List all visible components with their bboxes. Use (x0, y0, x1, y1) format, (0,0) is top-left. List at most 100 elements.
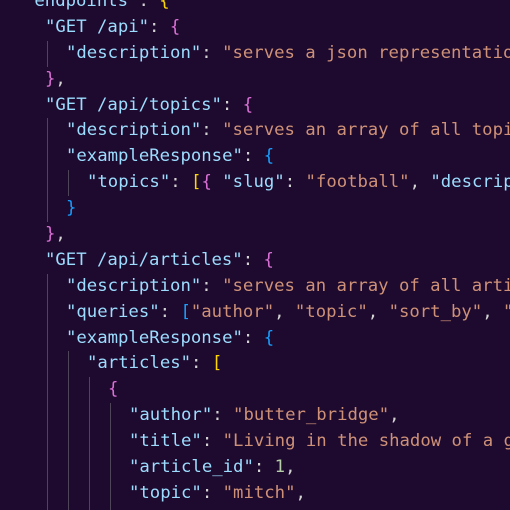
code-token: { (159, 0, 170, 11)
code-token: "author" (129, 405, 213, 426)
indent-guide (47, 480, 48, 507)
code-token: : (284, 172, 306, 193)
indent-guide (47, 118, 48, 145)
indent-guide (47, 170, 48, 197)
code-token: { (242, 94, 254, 115)
code-token: "queries" (66, 301, 160, 322)
code-token: , (367, 301, 389, 322)
code-token: "article_id" (129, 457, 254, 478)
code-line[interactable]: "title": "Living in the shadow of a grea… (0, 429, 510, 456)
code-line[interactable]: "topic": "mitch", (0, 480, 510, 507)
code-token: [ (191, 172, 202, 193)
code-token: "topic" (129, 482, 202, 503)
code-token: { (201, 172, 212, 193)
indent-guide (89, 429, 90, 456)
code-token: "endpoints" (24, 0, 139, 11)
indent-guide (47, 196, 48, 223)
code-token: , (409, 172, 431, 193)
indent-guide (68, 377, 69, 404)
code-token: "order" (503, 302, 510, 322)
indent-guide (47, 273, 48, 300)
indent-guide (47, 40, 48, 67)
indent-guide (47, 455, 48, 481)
code-line[interactable]: "exampleResponse": { (0, 325, 510, 352)
code-line[interactable]: "article_id": 1, (0, 455, 510, 481)
indent-guide (89, 455, 90, 481)
code-line[interactable]: } (0, 196, 510, 223)
indent-guide (68, 351, 69, 378)
code-line[interactable]: "exampleResponse": { (0, 144, 510, 171)
code-line[interactable]: "queries": ["author", "topic", "sort_by"… (0, 299, 510, 326)
code-token: : (159, 301, 181, 322)
code-token: "Living in the shadow of a great man" (222, 431, 510, 452)
indent-guide (47, 377, 48, 404)
code-token: "football" (305, 172, 410, 193)
code-token: : (201, 42, 223, 63)
code-editor[interactable]: "endpoints": {"GET /api": {"description"… (0, 0, 510, 510)
code-token: : (242, 146, 264, 167)
indent-guide (110, 429, 111, 456)
code-token: "title" (129, 431, 202, 452)
code-line[interactable]: "topics": [{ "slug": "football", "descri… (0, 170, 510, 197)
indent-guide (89, 377, 90, 404)
code-token: { (263, 327, 275, 348)
code-token: "butter_bridge" (233, 405, 390, 426)
code-line[interactable]: "articles": [ (0, 351, 510, 378)
code-token: : (138, 0, 160, 11)
code-token: [ (211, 353, 223, 374)
code-line[interactable]: "endpoints": { (0, 0, 510, 15)
code-token: "description" (66, 120, 202, 141)
indent-guide (68, 455, 69, 481)
code-token: } (66, 198, 77, 219)
code-token: "GET /api/topics" (45, 94, 222, 115)
code-token: "GET /api" (45, 16, 150, 37)
code-token: , (55, 224, 66, 245)
indent-guide (68, 403, 69, 430)
code-token: "serves an array of all topics" (222, 120, 510, 141)
code-token: { (263, 146, 275, 167)
code-lines: "endpoints": {"GET /api": {"description"… (0, 0, 510, 510)
code-token: "slug" (222, 172, 285, 193)
code-token: , (482, 301, 504, 322)
code-token: : (149, 16, 170, 37)
indent-guide (68, 429, 69, 456)
code-token: "articles" (87, 353, 192, 374)
code-token: "serves an array of all articles" (222, 275, 510, 296)
code-token: : (242, 327, 264, 348)
code-line[interactable]: "GET /api/articles": { (0, 248, 510, 274)
code-line[interactable]: "GET /api/topics": { (0, 93, 510, 119)
code-token: : (201, 482, 223, 503)
indent-guide (89, 403, 90, 430)
code-line[interactable]: "description": "serves an array of all t… (0, 118, 510, 145)
code-token: { (169, 16, 181, 37)
code-line[interactable]: "author": "butter_bridge", (0, 403, 510, 430)
indent-guide (47, 429, 48, 456)
indent-guide (47, 299, 48, 326)
code-token: "exampleResponse" (66, 327, 243, 348)
code-line[interactable]: "description": "serves a json representa… (0, 40, 510, 67)
indent-guide (110, 455, 111, 481)
code-token: "sort_by" (388, 301, 483, 322)
code-token: { (263, 249, 274, 270)
code-token: : (191, 353, 212, 374)
code-line[interactable]: }, (0, 222, 510, 248)
code-token: "serves a json representation of all the… (222, 42, 510, 63)
code-line[interactable]: { (0, 377, 510, 404)
indent-guide (47, 403, 48, 430)
code-line[interactable]: }, (0, 67, 510, 93)
code-line[interactable]: "description": "serves an array of all a… (0, 273, 510, 300)
code-token: "GET /api/articles" (45, 249, 243, 270)
code-token: , (295, 482, 306, 503)
code-token: [ (180, 301, 191, 322)
indent-guide (68, 170, 69, 197)
code-token: } (45, 68, 56, 89)
code-token: : (242, 249, 264, 270)
indent-guide (110, 403, 111, 430)
code-line[interactable]: "GET /api": { (0, 15, 510, 41)
indent-guide (110, 480, 111, 507)
code-token: "topic" (294, 301, 368, 322)
code-token: , (274, 301, 295, 322)
code-token: 1 (274, 457, 286, 478)
code-token: , (285, 457, 296, 478)
